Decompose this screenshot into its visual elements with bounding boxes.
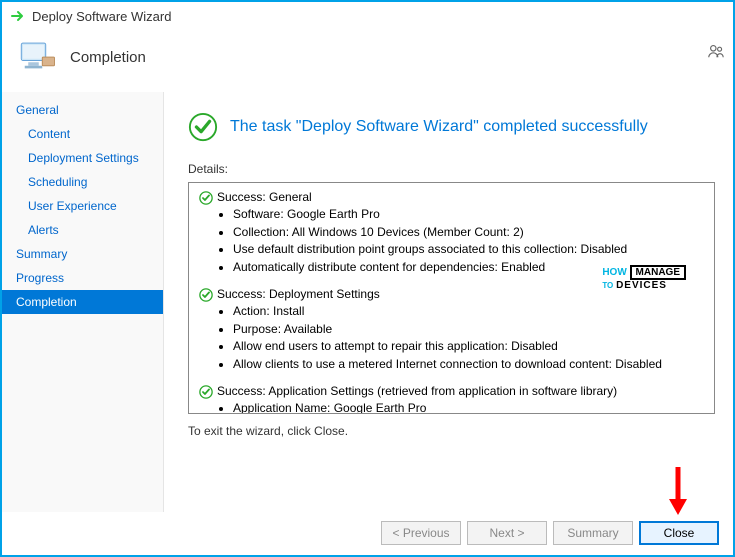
detail-item: Application Name: Google Earth Pro bbox=[233, 400, 704, 414]
next-button: Next > bbox=[467, 521, 547, 545]
wizard-buttons: < Previous Next > Summary Close bbox=[381, 521, 719, 545]
red-arrow-annotation bbox=[667, 465, 689, 515]
detail-item: Use default distribution point groups as… bbox=[233, 241, 704, 258]
nav-item-progress[interactable]: Progress bbox=[2, 266, 163, 290]
section-title: Success: Application Settings (retrieved… bbox=[199, 383, 704, 400]
nav-item-general[interactable]: General bbox=[2, 98, 163, 122]
detail-item: Action: Install bbox=[233, 303, 704, 320]
window-title: Deploy Software Wizard bbox=[32, 9, 171, 24]
summary-button: Summary bbox=[553, 521, 633, 545]
nav-item-summary[interactable]: Summary bbox=[2, 242, 163, 266]
check-icon bbox=[199, 288, 213, 302]
wizard-nav: GeneralContentDeployment SettingsSchedul… bbox=[2, 92, 164, 512]
detail-item: Allow clients to use a metered Internet … bbox=[233, 356, 704, 373]
titlebar: Deploy Software Wizard bbox=[2, 2, 733, 30]
previous-button: < Previous bbox=[381, 521, 461, 545]
details-box[interactable]: HOW MANAGE TO DEVICES Success: GeneralSo… bbox=[188, 182, 715, 414]
page-title: Completion bbox=[70, 49, 146, 66]
details-section: Success: GeneralSoftware: Google Earth P… bbox=[199, 189, 704, 276]
section-title: Success: General bbox=[199, 189, 704, 206]
main-panel: The task "Deploy Software Wizard" comple… bbox=[164, 92, 733, 512]
details-section: Success: Application Settings (retrieved… bbox=[199, 383, 704, 414]
watermark: HOW MANAGE TO DEVICES bbox=[602, 265, 686, 291]
success-check-icon bbox=[188, 112, 218, 142]
nav-item-user-experience[interactable]: User Experience bbox=[2, 194, 163, 218]
nav-item-content[interactable]: Content bbox=[2, 122, 163, 146]
detail-item: Software: Google Earth Pro bbox=[233, 206, 704, 223]
close-button[interactable]: Close bbox=[639, 521, 719, 545]
nav-item-alerts[interactable]: Alerts bbox=[2, 218, 163, 242]
check-icon bbox=[199, 385, 213, 399]
nav-item-scheduling[interactable]: Scheduling bbox=[2, 170, 163, 194]
detail-item: Collection: All Windows 10 Devices (Memb… bbox=[233, 224, 704, 241]
check-icon bbox=[199, 191, 213, 205]
detail-item: Allow end users to attempt to repair thi… bbox=[233, 338, 704, 355]
success-message: The task "Deploy Software Wizard" comple… bbox=[230, 118, 648, 136]
header: Completion bbox=[2, 30, 733, 92]
section-bullets: Action: InstallPurpose: AvailableAllow e… bbox=[233, 303, 704, 373]
computer-icon bbox=[16, 36, 58, 78]
details-label: Details: bbox=[188, 162, 715, 176]
nav-item-completion[interactable]: Completion bbox=[2, 290, 163, 314]
forward-arrow-icon bbox=[10, 8, 26, 24]
detail-item: Purpose: Available bbox=[233, 321, 704, 338]
users-icon bbox=[707, 42, 725, 63]
details-section: Success: Deployment SettingsAction: Inst… bbox=[199, 286, 704, 373]
exit-hint: To exit the wizard, click Close. bbox=[188, 424, 715, 438]
nav-item-deployment-settings[interactable]: Deployment Settings bbox=[2, 146, 163, 170]
section-bullets: Application Name: Google Earth ProApplic… bbox=[233, 400, 704, 414]
